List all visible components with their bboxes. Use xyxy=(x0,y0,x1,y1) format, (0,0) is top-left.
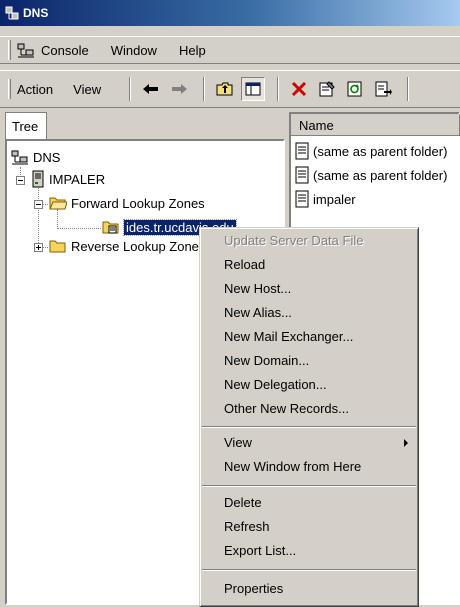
dns-icon xyxy=(11,150,28,165)
tree-node-impaler[interactable]: IMPALER xyxy=(31,170,105,188)
properties-icon xyxy=(319,81,335,97)
menu-item-new-delegation[interactable]: New Delegation... xyxy=(200,374,418,396)
tree-node-label: IMPALER xyxy=(49,171,106,187)
menu-separator xyxy=(202,569,416,571)
menu-separator xyxy=(202,485,416,487)
tree-node-label: DNS xyxy=(33,149,61,165)
menu-item-export-list[interactable]: Export List... xyxy=(200,540,418,562)
menu-item-view[interactable]: View xyxy=(200,432,418,454)
menu-item-new-host[interactable]: New Host... xyxy=(200,278,418,300)
tree-node-label: Reverse Lookup Zones xyxy=(71,238,206,254)
tab-tree[interactable]: Tree xyxy=(5,112,47,140)
tree-connector xyxy=(57,209,58,229)
console-menu-label: Console xyxy=(41,42,89,58)
show-hide-tree-icon xyxy=(245,82,261,96)
collapse-toggle[interactable] xyxy=(16,176,25,185)
help-menu[interactable]: Help xyxy=(179,43,206,58)
toolbar-separator xyxy=(203,77,206,101)
list-item-label: impaler xyxy=(313,191,356,207)
context-menu: Update Server Data File Reload New Host.… xyxy=(199,227,419,607)
menu-separator xyxy=(202,426,416,428)
toolbar-separator xyxy=(129,77,132,101)
tree-node-dns[interactable]: DNS xyxy=(11,149,60,165)
list-item[interactable]: impaler xyxy=(295,190,356,208)
zone-folder-icon xyxy=(102,221,119,234)
menu-item-properties[interactable]: Properties xyxy=(200,578,418,600)
tree-node-label: Forward Lookup Zones xyxy=(71,195,205,211)
menu-bar: Console Window Help xyxy=(0,36,460,64)
menubar-grip[interactable] xyxy=(8,40,11,60)
menu-item-new-alias[interactable]: New Alias... xyxy=(200,302,418,324)
forward-button[interactable] xyxy=(167,77,191,101)
menu-item-reload[interactable]: Reload xyxy=(200,254,418,276)
toolbar-grip[interactable] xyxy=(8,79,11,99)
record-icon xyxy=(295,142,309,160)
folder-icon xyxy=(49,240,66,253)
show-hide-tree-button[interactable] xyxy=(241,77,266,101)
dns-icon xyxy=(5,6,19,20)
tree-connector xyxy=(57,228,101,229)
column-header-name[interactable]: Name xyxy=(291,114,460,136)
console-menu[interactable]: Console xyxy=(17,42,89,58)
export-list-icon xyxy=(375,81,393,97)
refresh-icon xyxy=(347,81,362,97)
properties-button[interactable] xyxy=(315,77,339,101)
open-folder-icon xyxy=(49,197,67,210)
menu-item-update-server-data-file[interactable]: Update Server Data File xyxy=(200,230,418,252)
title-bar[interactable]: DNS xyxy=(0,0,460,26)
delete-x-icon xyxy=(292,81,307,97)
expand-toggle[interactable] xyxy=(34,243,43,252)
menu-item-new-window-from-here[interactable]: New Window from Here xyxy=(200,456,418,478)
menu-item-refresh[interactable]: Refresh xyxy=(200,516,418,538)
console-icon xyxy=(17,43,34,58)
toolbar-separator xyxy=(277,77,280,101)
menu-item-delete[interactable]: Delete xyxy=(200,492,418,514)
toolbar: Action View xyxy=(0,70,460,108)
menu-item-view-label: View xyxy=(224,435,252,450)
submenu-arrow-icon xyxy=(404,439,408,447)
action-menu[interactable]: Action xyxy=(17,82,53,97)
list-item[interactable]: (same as parent folder) xyxy=(295,166,447,184)
host-record-icon xyxy=(295,190,309,208)
up-folder-icon xyxy=(216,82,233,96)
delete-button[interactable] xyxy=(287,77,311,101)
refresh-button[interactable] xyxy=(343,77,367,101)
up-one-level-button[interactable] xyxy=(213,77,237,101)
window-title: DNS xyxy=(23,6,49,20)
server-icon xyxy=(32,170,44,188)
forward-arrow-icon xyxy=(172,84,188,94)
list-item[interactable]: (same as parent folder) xyxy=(295,142,447,160)
view-menu[interactable]: View xyxy=(73,82,101,97)
back-arrow-icon xyxy=(143,84,159,94)
menu-item-other-new-records[interactable]: Other New Records... xyxy=(200,398,418,420)
tree-node-forward-lookup-zones[interactable]: Forward Lookup Zones xyxy=(49,195,205,211)
back-button[interactable] xyxy=(139,77,163,101)
toolbar-separator xyxy=(407,77,410,101)
list-item-label: (same as parent folder) xyxy=(313,143,448,159)
export-list-button[interactable] xyxy=(371,77,395,101)
window-menu[interactable]: Window xyxy=(111,43,157,58)
menu-item-new-domain[interactable]: New Domain... xyxy=(200,350,418,372)
record-icon xyxy=(295,166,309,184)
menu-item-new-mail-exchanger[interactable]: New Mail Exchanger... xyxy=(200,326,418,348)
list-item-label: (same as parent folder) xyxy=(313,167,448,183)
collapse-toggle[interactable] xyxy=(34,200,43,209)
tree-node-reverse-lookup-zones[interactable]: Reverse Lookup Zones xyxy=(49,238,205,254)
tree-connector xyxy=(38,185,39,249)
